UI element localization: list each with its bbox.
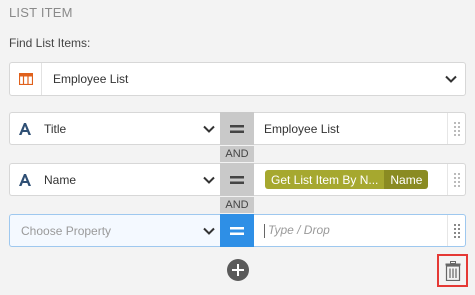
trash-icon (445, 260, 460, 281)
chevron-down-icon[interactable] (198, 176, 220, 184)
drag-handle-icon[interactable] (447, 215, 465, 246)
property-select[interactable]: Title (9, 112, 220, 145)
list-select-dropdown[interactable]: Employee List (9, 62, 466, 96)
drag-handle-icon[interactable] (447, 113, 465, 144)
condition-row: Title Employee List (9, 112, 466, 145)
value-text: Employee List (264, 121, 340, 136)
operator-equals-button[interactable] (220, 214, 254, 247)
condition-row: Name Get List Item By N... Name (9, 163, 466, 196)
delete-button[interactable] (437, 254, 468, 287)
value-input[interactable]: Type / Drop (254, 214, 466, 247)
text-cursor (264, 223, 265, 238)
add-condition-button[interactable] (227, 259, 249, 281)
condition-row-new: Choose Property Type / Drop (9, 214, 466, 247)
value-input[interactable]: Employee List (254, 112, 466, 145)
text-a-icon (10, 173, 40, 187)
property-placeholder: Choose Property (21, 223, 112, 238)
list-table-icon (10, 63, 42, 95)
and-connector: AND (220, 197, 254, 213)
token-field: Name (384, 170, 429, 189)
value-field[interactable]: Type / Drop (254, 223, 447, 238)
section-title: LIST ITEM (9, 5, 73, 20)
plus-icon (232, 264, 244, 276)
drag-handle-icon[interactable] (447, 164, 465, 195)
property-label: Name (44, 172, 77, 187)
operator-equals-button[interactable] (220, 163, 254, 196)
property-label: Title (44, 121, 67, 136)
chevron-down-icon[interactable] (198, 227, 220, 235)
token-source: Get List Item By N... (265, 170, 385, 189)
chevron-down-icon[interactable] (437, 75, 465, 83)
text-a-icon (10, 122, 40, 136)
chevron-down-icon[interactable] (198, 125, 220, 133)
value-placeholder: Type / Drop (268, 223, 330, 238)
list-select-value: Employee List (53, 72, 129, 86)
property-select[interactable]: Name (9, 163, 220, 196)
and-connector: AND (220, 146, 254, 162)
variable-token[interactable]: Get List Item By N... Name (265, 170, 429, 189)
property-select[interactable]: Choose Property (9, 214, 220, 247)
value-token-container: Get List Item By N... Name (254, 170, 447, 189)
find-list-items-label: Find List Items: (9, 36, 91, 50)
value-input[interactable]: Get List Item By N... Name (254, 163, 466, 196)
operator-equals-button[interactable] (220, 112, 254, 145)
